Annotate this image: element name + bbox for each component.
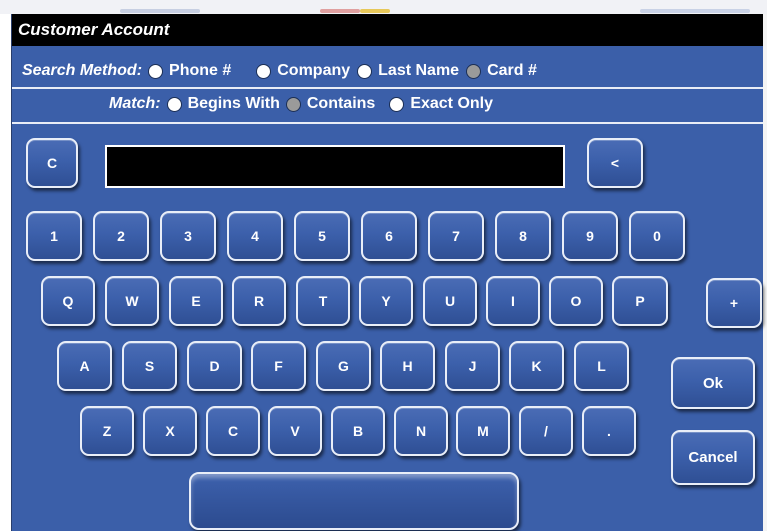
key-x[interactable]: X: [143, 406, 197, 456]
background-fragment: [640, 9, 750, 13]
divider: [12, 122, 763, 124]
radio-button-icon[interactable]: [166, 96, 182, 112]
customer-account-window: Customer Account Search Method: Phone # …: [11, 14, 763, 531]
radio-contains-label: Contains: [306, 95, 376, 112]
radio-phone[interactable]: Phone #: [148, 62, 231, 80]
search-method-label: Search Method:: [22, 62, 143, 79]
key-f[interactable]: F: [251, 341, 306, 391]
key-7[interactable]: 7: [428, 211, 484, 261]
match-row: Match: Begins With Contains Exact Only: [109, 92, 493, 116]
radio-button-icon[interactable]: [148, 63, 164, 79]
key-q[interactable]: Q: [41, 276, 95, 326]
radio-company-label: Company: [277, 62, 351, 79]
key-b[interactable]: B: [331, 406, 385, 456]
radio-button-selected-icon[interactable]: [285, 96, 301, 112]
key-a[interactable]: A: [57, 341, 112, 391]
key-l[interactable]: L: [574, 341, 629, 391]
key-0[interactable]: 0: [629, 211, 685, 261]
radio-button-selected-icon[interactable]: [466, 63, 482, 79]
key-period[interactable]: .: [582, 406, 636, 456]
radio-contains[interactable]: Contains: [285, 95, 376, 113]
clear-key[interactable]: C: [26, 138, 78, 188]
radio-begins-with[interactable]: Begins With: [166, 95, 280, 113]
background-fragment: [360, 9, 390, 13]
key-1[interactable]: 1: [26, 211, 82, 261]
space-bar[interactable]: [189, 472, 519, 530]
account-search-display[interactable]: [105, 145, 565, 188]
radio-exact-only[interactable]: Exact Only: [389, 95, 493, 113]
key-i[interactable]: I: [486, 276, 540, 326]
key-e[interactable]: E: [169, 276, 223, 326]
key-9[interactable]: 9: [562, 211, 618, 261]
title-bar: Customer Account: [12, 14, 763, 46]
radio-company[interactable]: Company: [256, 62, 350, 80]
radio-button-icon[interactable]: [256, 63, 272, 79]
key-4[interactable]: 4: [227, 211, 283, 261]
key-6[interactable]: 6: [361, 211, 417, 261]
radio-begins-with-label: Begins With: [187, 95, 280, 112]
key-5[interactable]: 5: [294, 211, 350, 261]
key-r[interactable]: R: [232, 276, 286, 326]
radio-exact-only-label: Exact Only: [410, 95, 494, 112]
key-c[interactable]: C: [206, 406, 260, 456]
key-z[interactable]: Z: [80, 406, 134, 456]
plus-key[interactable]: +: [706, 278, 762, 328]
key-2[interactable]: 2: [93, 211, 149, 261]
top-strip: [0, 0, 767, 14]
key-w[interactable]: W: [105, 276, 159, 326]
key-v[interactable]: V: [268, 406, 322, 456]
key-k[interactable]: K: [509, 341, 564, 391]
key-n[interactable]: N: [394, 406, 448, 456]
radio-last-name[interactable]: Last Name: [357, 62, 459, 80]
radio-phone-label: Phone #: [169, 62, 232, 79]
radio-card[interactable]: Card #: [466, 62, 537, 80]
window-title: Customer Account: [18, 20, 170, 39]
radio-button-icon[interactable]: [357, 63, 373, 79]
radio-button-icon[interactable]: [389, 96, 405, 112]
background-fragment: [320, 9, 360, 13]
key-u[interactable]: U: [423, 276, 477, 326]
key-t[interactable]: T: [296, 276, 350, 326]
cancel-button[interactable]: Cancel: [671, 430, 755, 485]
radio-card-label: Card #: [487, 62, 537, 79]
ok-button[interactable]: Ok: [671, 357, 755, 409]
key-d[interactable]: D: [187, 341, 242, 391]
background-fragment: [120, 9, 200, 13]
match-label: Match:: [109, 95, 161, 112]
divider: [12, 87, 763, 89]
key-m[interactable]: M: [456, 406, 510, 456]
key-p[interactable]: P: [612, 276, 668, 326]
key-slash[interactable]: /: [519, 406, 573, 456]
key-8[interactable]: 8: [495, 211, 551, 261]
key-j[interactable]: J: [445, 341, 500, 391]
key-g[interactable]: G: [316, 341, 371, 391]
key-y[interactable]: Y: [359, 276, 413, 326]
key-o[interactable]: O: [549, 276, 603, 326]
backspace-key[interactable]: <: [587, 138, 643, 188]
key-h[interactable]: H: [380, 341, 435, 391]
radio-last-name-label: Last Name: [378, 62, 460, 79]
search-method-row: Search Method: Phone # Company Last Name…: [22, 59, 537, 83]
key-s[interactable]: S: [122, 341, 177, 391]
key-3[interactable]: 3: [160, 211, 216, 261]
